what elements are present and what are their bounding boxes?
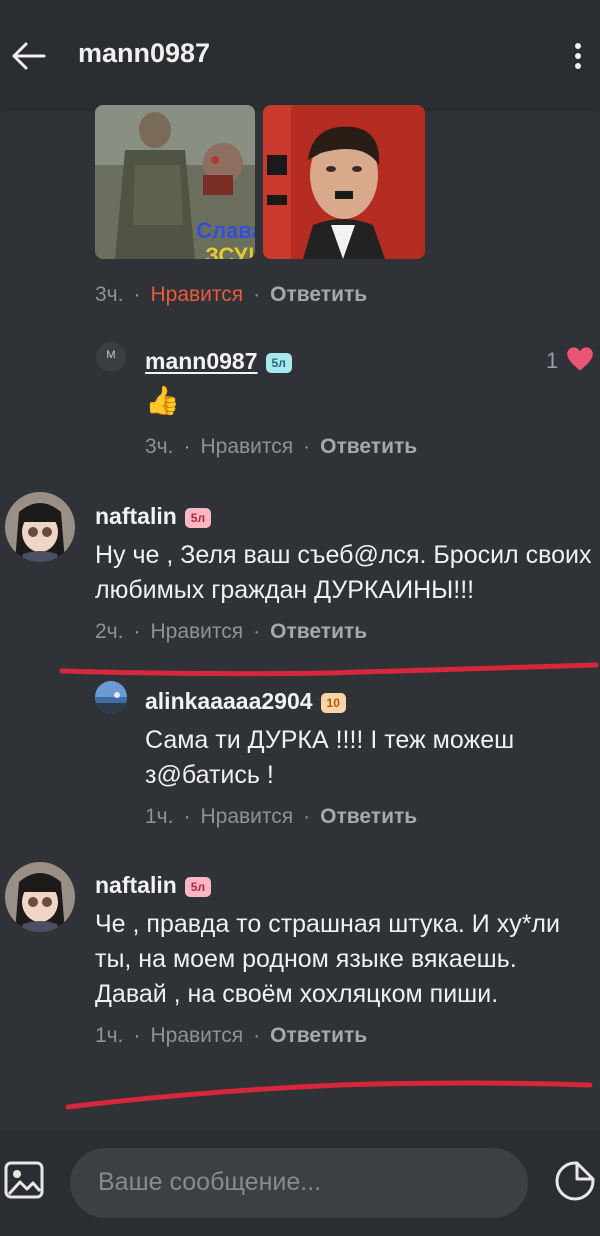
comment-author[interactable]: naftalin 5л (95, 872, 212, 899)
comment-meta: 3ч. · Нравится · Ответить (145, 435, 418, 458)
message-composer: Ваше сообщение... (0, 1130, 600, 1236)
like-button[interactable]: Нравится (200, 435, 293, 458)
like-button[interactable]: Нравится (200, 805, 293, 828)
timestamp: 2ч. (95, 620, 124, 643)
comment-meta: 2ч. · Нравится · Ответить (95, 620, 368, 643)
timestamp: 3ч. (145, 435, 174, 458)
reply-button[interactable]: Ответить (320, 805, 417, 828)
annotation-underline (65, 1080, 593, 1110)
annotation-underline (59, 662, 599, 677)
status-badge: 5л (184, 507, 212, 528)
reply-button[interactable]: Ответить (270, 1024, 367, 1047)
sticker-icon[interactable] (554, 1160, 596, 1202)
message-placeholder: Ваше сообщение... (98, 1168, 322, 1196)
comment-author[interactable]: naftalin 5л (95, 503, 212, 530)
caption-line2: ЗСУ! (205, 243, 255, 259)
username[interactable]: mann0987 (145, 348, 258, 374)
timestamp: 1ч. (145, 805, 174, 828)
comment-meta: 1ч. · Нравится · Ответить (145, 805, 418, 828)
username[interactable]: naftalin (95, 503, 177, 529)
status-badge: 5л (265, 352, 292, 373)
status-badge: 10 (320, 692, 346, 713)
comment-text: 👍 (145, 385, 180, 416)
image-icon[interactable] (4, 1160, 44, 1200)
username[interactable]: naftalin (95, 872, 177, 898)
comment-author[interactable]: mann0987 5л (145, 348, 292, 375)
page-title: mann0987 (78, 38, 211, 68)
heart-icon[interactable] (566, 346, 594, 372)
like-button[interactable]: Нравится (150, 620, 243, 643)
timestamp: 3ч. (95, 283, 124, 306)
comment-meta: 1ч. · Нравится · Ответить (95, 1024, 368, 1047)
like-count: 1 (546, 348, 559, 373)
avatar[interactable] (5, 862, 75, 932)
status-badge: 5л (184, 876, 212, 897)
comment-text: Сама ти ДУРКА !!!! І теж можеш з@батись … (145, 726, 515, 789)
comment-author[interactable]: alinkaaaaa2904 10 (145, 688, 346, 715)
avatar[interactable] (5, 492, 75, 562)
comment-text: Ну че , Зеля ваш съеб@лся. Бросил своих … (95, 541, 592, 604)
avatar-letter: M (106, 349, 116, 361)
soldier-image[interactable]: Слава ЗСУ! (95, 105, 255, 259)
post-meta: 3ч. · Нравится · Ответить (95, 283, 368, 306)
reply-button[interactable]: Ответить (320, 435, 417, 458)
portrait-image[interactable] (263, 105, 425, 259)
message-input[interactable]: Ваше сообщение... (70, 1148, 528, 1218)
reply-button[interactable]: Ответить (270, 283, 367, 306)
more-vertical-icon[interactable] (566, 40, 590, 72)
caption-line1: Слава (196, 218, 255, 243)
avatar[interactable]: M (96, 342, 126, 372)
comment-text: Че , правда то страшная штука. И ху*ли т… (95, 910, 560, 1008)
avatar[interactable] (95, 681, 127, 713)
timestamp: 1ч. (95, 1024, 124, 1047)
top-bar: mann0987 (0, 0, 600, 108)
reply-button[interactable]: Ответить (270, 620, 367, 643)
like-button[interactable]: Нравится (150, 283, 243, 306)
arrow-left-icon[interactable] (8, 36, 48, 76)
like-button[interactable]: Нравится (150, 1024, 243, 1047)
username[interactable]: alinkaaaaa2904 (145, 688, 313, 714)
